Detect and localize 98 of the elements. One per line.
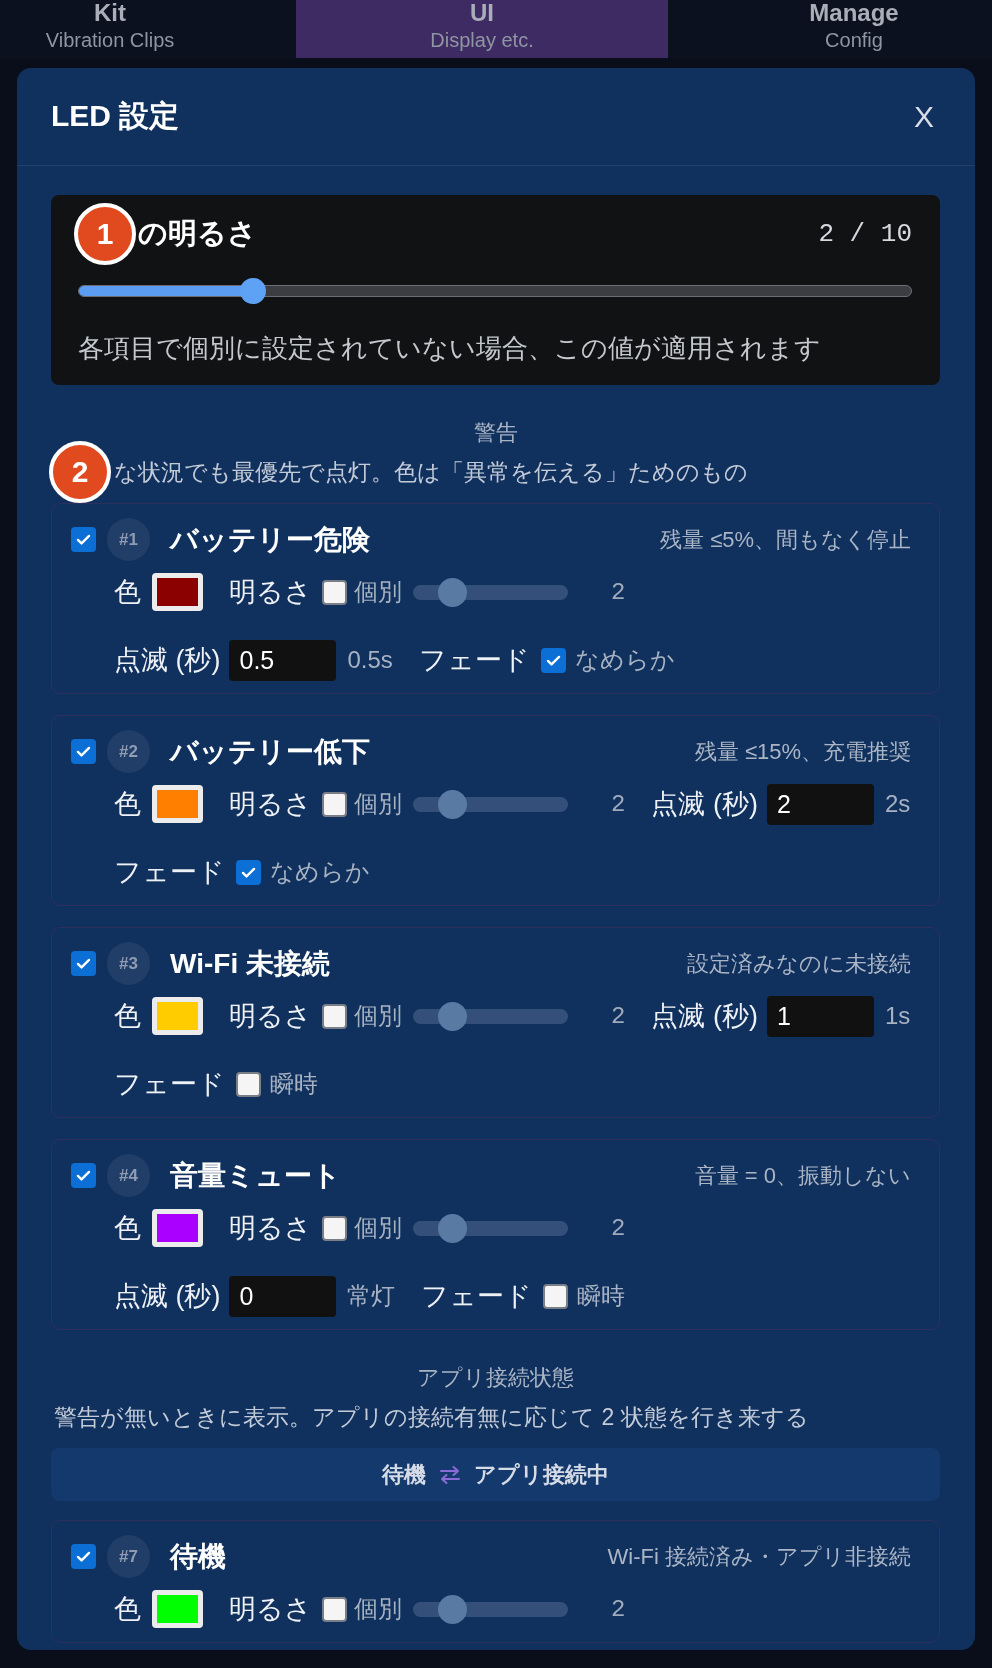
brightness-label: 明るさ — [229, 1212, 312, 1245]
brightness-value: 2 — [611, 1214, 626, 1242]
individual-label: 個別 — [354, 1001, 402, 1031]
enable-checkbox[interactable] — [71, 951, 96, 976]
section-title: アプリ接続状態 — [416, 1364, 575, 1392]
brightness-slider[interactable] — [413, 1001, 568, 1031]
condition-text: 残量 ≤15%、充電推奨 — [694, 737, 911, 766]
fade-checkbox[interactable] — [543, 1283, 569, 1309]
fade-label: フェード — [114, 856, 225, 889]
alert-name: Wi-Fi 未接続 — [170, 946, 330, 981]
close-button[interactable]: X — [906, 97, 942, 136]
individual-checkbox[interactable] — [322, 1596, 347, 1622]
individual-checkbox[interactable] — [322, 579, 347, 605]
blink-hint: 2s — [884, 790, 911, 818]
section-description: な状況でも最優先で点灯。色は「異常を伝える」ためのもの — [114, 458, 748, 487]
fade-label: フェード — [114, 1068, 225, 1101]
blink-input[interactable]: 0.5 — [229, 639, 337, 681]
fade-mode-label: なめらか — [270, 857, 370, 887]
brightness-value: 2 — [611, 790, 626, 818]
fade-label: フェード — [421, 1280, 533, 1313]
brightness-value: 2 / 10 — [818, 219, 912, 249]
blink-label: 点滅 (秒) — [651, 788, 758, 821]
section-description: 警告が無いときに表示。アプリの接続有無に応じて 2 状態を行き来する — [54, 1403, 809, 1432]
number-badge: #1 — [107, 518, 150, 561]
brightness-label: 明るさ — [229, 1000, 312, 1033]
step-marker: 2 — [49, 441, 111, 503]
individual-checkbox[interactable] — [322, 791, 347, 817]
brightness-slider[interactable] — [413, 1213, 568, 1243]
brightness-value: 2 — [611, 578, 626, 606]
brightness-value: 2 — [611, 1002, 626, 1030]
brightness-slider[interactable] — [78, 278, 912, 304]
nav-tab[interactable]: Kit Vibration Clips — [0, 0, 296, 58]
state-label: 待機 — [382, 1460, 426, 1489]
slider-thumb[interactable] — [438, 1001, 468, 1031]
swap-arrows-icon — [438, 1464, 462, 1485]
color-label: 色 — [114, 1000, 141, 1033]
number-badge: #7 — [107, 1535, 150, 1578]
number-badge: #3 — [107, 942, 150, 985]
color-label: 色 — [114, 576, 141, 609]
slider-thumb[interactable] — [438, 577, 468, 607]
condition-text: 残量 ≤5%、間もなく停止 — [660, 525, 911, 554]
blink-input[interactable]: 0 — [229, 1275, 337, 1317]
color-label: 色 — [114, 1212, 141, 1245]
fade-checkbox[interactable] — [236, 1071, 261, 1097]
slider-thumb[interactable] — [239, 278, 266, 304]
blink-input[interactable]: 2 — [766, 783, 874, 825]
alert-name: バッテリー低下 — [170, 734, 370, 769]
blink-label: 点滅 (秒) — [651, 1000, 758, 1033]
number-badge: #4 — [107, 1154, 150, 1197]
enable-checkbox[interactable] — [71, 527, 96, 552]
slider-thumb[interactable] — [438, 1213, 468, 1243]
brightness-slider[interactable] — [413, 789, 568, 819]
fade-label: フェード — [418, 644, 530, 677]
alert-name: 待機 — [170, 1539, 226, 1574]
state-label: アプリ接続中 — [474, 1460, 609, 1489]
section-title: 警告 — [472, 419, 519, 447]
fade-checkbox[interactable] — [540, 647, 566, 673]
enable-checkbox[interactable] — [71, 1544, 96, 1569]
slider-thumb[interactable] — [438, 1594, 468, 1624]
individual-label: 個別 — [354, 1594, 402, 1624]
nav-tab[interactable]: UI Display etc. — [296, 0, 668, 58]
individual-label: 個別 — [354, 789, 402, 819]
blink-label: 点滅 (秒) — [114, 644, 221, 677]
blink-hint: 常灯 — [347, 1281, 396, 1311]
color-label: 色 — [114, 1593, 141, 1626]
condition-text: 設定済みなのに未接続 — [687, 949, 911, 978]
alert-name: バッテリー危険 — [170, 522, 370, 557]
enable-checkbox[interactable] — [71, 1163, 96, 1188]
blink-hint: 0.5s — [347, 646, 393, 674]
individual-checkbox[interactable] — [322, 1215, 347, 1241]
brightness-title: の明るさ — [138, 216, 257, 251]
fade-checkbox[interactable] — [236, 859, 261, 885]
condition-text: 音量 = 0、振動しない — [694, 1161, 911, 1190]
condition-text: Wi-Fi 接続済み・アプリ非接続 — [607, 1542, 911, 1571]
number-badge: #2 — [107, 730, 150, 773]
step-marker: 1 — [74, 203, 136, 265]
alert-name: 音量ミュート — [170, 1158, 341, 1193]
brightness-label: 明るさ — [229, 788, 312, 821]
fade-mode-label: なめらか — [574, 645, 675, 675]
dialog-title: LED 設定 — [51, 98, 180, 134]
blink-hint: 1s — [884, 1002, 911, 1030]
blink-input[interactable]: 1 — [766, 995, 874, 1037]
brightness-value: 2 — [611, 1595, 626, 1623]
color-label: 色 — [114, 788, 141, 821]
brightness-label: 明るさ — [229, 1593, 312, 1626]
brightness-slider[interactable] — [413, 577, 568, 607]
individual-label: 個別 — [354, 577, 402, 607]
nav-tab[interactable]: Manage Config — [668, 0, 992, 58]
individual-checkbox[interactable] — [322, 1003, 347, 1029]
brightness-label: 明るさ — [229, 576, 312, 609]
fade-mode-label: 瞬時 — [270, 1069, 318, 1099]
fade-mode-label: 瞬時 — [577, 1281, 626, 1311]
individual-label: 個別 — [354, 1213, 402, 1243]
brightness-slider[interactable] — [413, 1594, 568, 1624]
brightness-note: 各項目で個別に設定されていない場合、この値が適用されます — [78, 332, 822, 365]
enable-checkbox[interactable] — [71, 739, 96, 764]
blink-label: 点滅 (秒) — [114, 1280, 221, 1313]
slider-thumb[interactable] — [438, 789, 468, 819]
